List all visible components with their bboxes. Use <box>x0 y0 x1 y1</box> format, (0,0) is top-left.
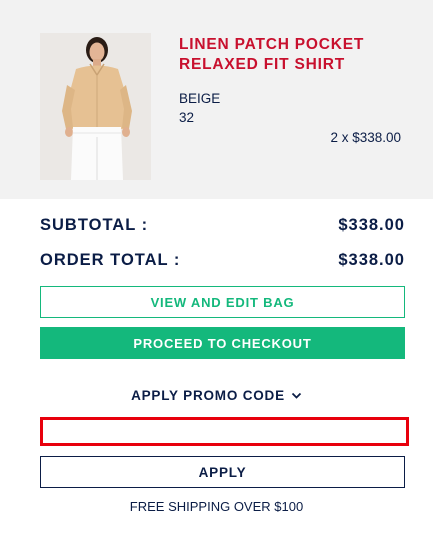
promo-code-input[interactable] <box>40 417 409 446</box>
product-photo-icon <box>40 33 151 180</box>
product-name[interactable]: LINEN PATCH POCKET RELAXED FIT SHIRT <box>179 35 409 75</box>
product-size: 32 <box>179 110 195 125</box>
cart-item-panel: LINEN PATCH POCKET RELAXED FIT SHIRT BEI… <box>0 0 433 199</box>
apply-promo-button[interactable]: APPLY <box>40 456 405 488</box>
proceed-to-checkout-button[interactable]: PROCEED TO CHECKOUT <box>40 327 405 359</box>
subtotal-value: $338.00 <box>338 216 405 234</box>
subtotal-row: SUBTOTAL : $338.00 <box>40 216 405 235</box>
product-qty-price: 2 x $338.00 <box>330 130 401 145</box>
product-image[interactable] <box>40 33 151 180</box>
order-total-row: ORDER TOTAL : $338.00 <box>40 251 405 270</box>
view-edit-bag-button[interactable]: VIEW AND EDIT BAG <box>40 286 405 318</box>
product-color: BEIGE <box>179 91 221 106</box>
free-shipping-note: FREE SHIPPING OVER $100 <box>129 499 304 514</box>
order-total-value: $338.00 <box>338 251 405 269</box>
subtotal-label: SUBTOTAL : <box>40 216 149 234</box>
order-total-label: ORDER TOTAL : <box>40 251 181 269</box>
promo-toggle-label: APPLY PROMO CODE <box>131 388 285 403</box>
apply-promo-code-toggle[interactable]: APPLY PROMO CODE <box>0 388 433 403</box>
chevron-down-icon <box>291 392 302 399</box>
